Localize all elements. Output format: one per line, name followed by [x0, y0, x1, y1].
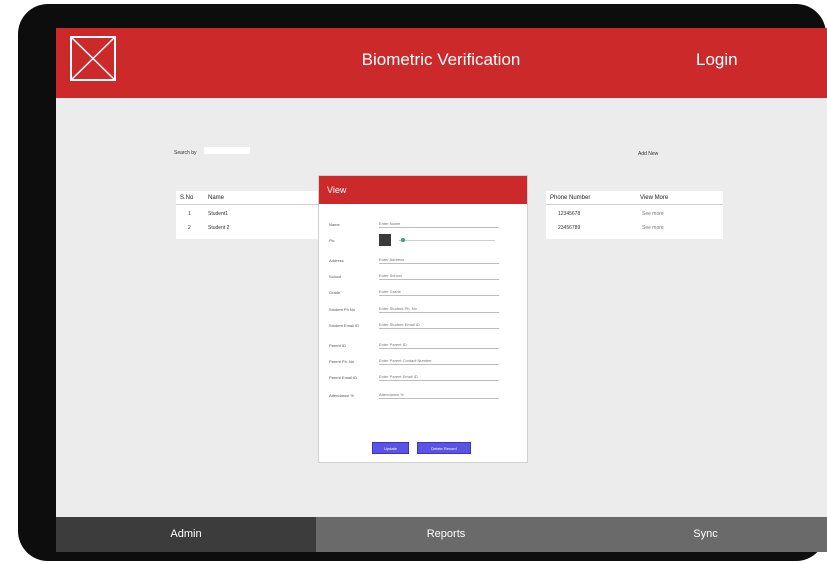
- modal-title: View: [327, 185, 347, 195]
- header-divider: [176, 204, 326, 205]
- row-2-name: Student 2: [208, 225, 230, 231]
- photo-preview[interactable]: [379, 234, 391, 246]
- parent-id-field[interactable]: [379, 340, 499, 349]
- parent-phone-field[interactable]: [379, 356, 499, 365]
- row-1-see-more-link[interactable]: See more: [642, 211, 664, 217]
- modal-header: View: [319, 176, 527, 204]
- row-1-sno: 1: [188, 211, 191, 217]
- attendance-field[interactable]: [379, 390, 499, 399]
- pic-label: Pic: [329, 238, 335, 243]
- tab-admin[interactable]: Admin: [56, 517, 316, 552]
- student-phone-field[interactable]: [379, 304, 499, 313]
- logo-placeholder-icon: [70, 36, 116, 81]
- name-label: Name: [329, 222, 340, 227]
- column-header-name: Name: [208, 195, 225, 201]
- bottom-nav: Admin Reports Sync: [56, 517, 827, 552]
- search-label: Search by: [174, 150, 197, 156]
- row-2-phone: 23456789: [558, 225, 581, 231]
- grade-field[interactable]: [379, 287, 499, 296]
- school-field[interactable]: [379, 271, 499, 280]
- attendance-label: Attendance %: [329, 393, 354, 398]
- column-header-view-more: View More: [640, 195, 669, 201]
- tab-reports[interactable]: Reports: [316, 517, 576, 552]
- row-2-sno: 2: [188, 225, 191, 231]
- grade-label: Grade: [329, 290, 341, 295]
- add-new-link[interactable]: Add New: [638, 151, 658, 157]
- app-title: Biometric Verification: [361, 50, 521, 69]
- name-field[interactable]: [379, 219, 499, 228]
- delete-record-button[interactable]: Delete Record: [417, 442, 471, 454]
- pic-slider-handle[interactable]: [401, 238, 405, 242]
- login-link[interactable]: Login: [696, 50, 738, 70]
- app-header: Biometric Verification Login: [56, 28, 827, 98]
- address-label: Address: [329, 258, 344, 263]
- parent-phone-label: Parent Ph. No: [329, 359, 355, 364]
- student-email-field[interactable]: [379, 320, 499, 329]
- student-phone-label: Student Ph No: [329, 307, 356, 312]
- pic-slider-track[interactable]: [399, 240, 495, 241]
- tab-sync[interactable]: Sync: [576, 517, 827, 552]
- column-header-phone: Phone Number: [550, 195, 591, 201]
- update-button[interactable]: Update: [372, 442, 409, 454]
- column-header-sno: S.No: [180, 195, 194, 201]
- row-1-name: Student1: [208, 211, 229, 217]
- school-label: School: [329, 274, 342, 279]
- address-field[interactable]: [379, 255, 499, 264]
- row-2-see-more-link[interactable]: See more: [642, 225, 664, 231]
- students-table-right: Phone Number View More 12345678 See more…: [546, 191, 723, 239]
- parent-id-label: Parent ID: [329, 343, 346, 348]
- search-input[interactable]: [204, 147, 250, 154]
- parent-email-field[interactable]: [379, 372, 499, 381]
- student-email-label: Student Email ID: [329, 323, 360, 328]
- parent-email-label: Parent Email ID: [329, 375, 358, 380]
- app-screen: Biometric Verification Login Search by A…: [56, 28, 827, 552]
- header-divider: [546, 204, 723, 205]
- view-modal: View Name Pic Address School Grade Stude…: [318, 175, 528, 463]
- tablet-frame: Biometric Verification Login Search by A…: [18, 4, 827, 561]
- students-table-left: S.No Name 1 Student1 2 Student 2: [176, 191, 326, 239]
- row-1-phone: 12345678: [558, 211, 581, 217]
